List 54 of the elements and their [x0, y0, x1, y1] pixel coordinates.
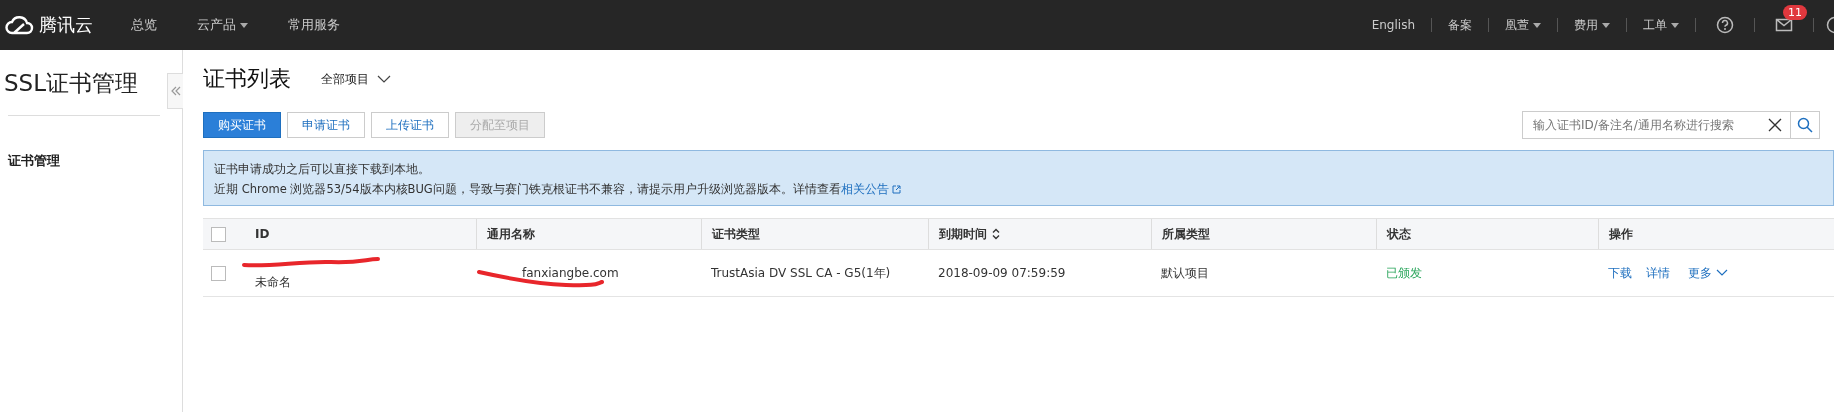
- sidebar-title: SSL证书管理: [3, 69, 139, 98]
- nav-link[interactable]: 工单: [1627, 16, 1695, 34]
- nav-link[interactable]: 总览: [131, 16, 157, 34]
- external-link-icon: [891, 184, 901, 194]
- action-button[interactable]: 购买证书: [203, 112, 281, 138]
- sidebar-item[interactable]: 证书管理: [0, 116, 182, 170]
- column-header: 状态: [1387, 225, 1411, 243]
- row-checkbox[interactable]: [211, 265, 226, 281]
- mail-icon[interactable]: [1775, 17, 1793, 33]
- help-icon[interactable]: [1716, 16, 1734, 34]
- cloud-logo-icon: [4, 15, 34, 35]
- caret-icon: [1671, 22, 1679, 28]
- status-text: 已颁发: [1386, 264, 1422, 282]
- nav-link[interactable]: 备案: [1432, 16, 1488, 34]
- sort-icon[interactable]: [992, 228, 1000, 240]
- table-cell: 默认项目: [1161, 264, 1209, 282]
- table-cell: TrustAsia DV SSL CA - G5(1年): [711, 264, 891, 282]
- action-link[interactable]: 下载: [1608, 264, 1632, 282]
- column-header: 所属类型: [1162, 225, 1210, 243]
- search-bar[interactable]: 输入证书ID/备注名/通用名称进行搜索: [1522, 111, 1820, 139]
- notice-text: 近期 Chrome 浏览器53/54版本内核BUG问题，导致与赛门铁克根证书不兼容，请提示用户升级浏览器版本。详情查看: [214, 181, 841, 198]
- message-badge: 11: [1783, 5, 1807, 20]
- action-button[interactable]: 上传证书: [371, 112, 449, 138]
- collapse-button[interactable]: [167, 73, 183, 109]
- brand-name: 腾讯云: [39, 13, 93, 37]
- nav-link[interactable]: 凰萱: [1489, 16, 1557, 34]
- notice-text: 证书申请成功之后可以直接下载到本地。: [214, 161, 431, 178]
- column-header: 通用名称: [487, 225, 535, 243]
- project-dropdown[interactable]: 全部项目: [321, 70, 391, 88]
- column-header: ID: [255, 227, 270, 241]
- caret-icon: [1602, 22, 1610, 28]
- table-cell: 2018-09-09 07:59:59: [938, 266, 1066, 280]
- search-icon[interactable]: [1797, 117, 1813, 133]
- chevron-down-icon: [377, 75, 391, 83]
- column-header: 证书类型: [712, 225, 760, 243]
- clear-icon[interactable]: [1768, 118, 1782, 132]
- column-header: 操作: [1609, 225, 1633, 243]
- action-button[interactable]: 申请证书: [287, 112, 365, 138]
- caret-icon: [240, 22, 248, 28]
- page-title: 证书列表: [203, 65, 291, 93]
- action-link[interactable]: 详情: [1646, 264, 1670, 282]
- column-header[interactable]: 到期时间: [939, 225, 987, 243]
- nav-link[interactable]: 常用服务: [288, 16, 340, 34]
- nav-link[interactable]: English: [1355, 18, 1431, 32]
- remark-text: 未命名: [255, 273, 291, 291]
- announcement-link[interactable]: 相关公告: [840, 179, 901, 199]
- select-all-checkbox[interactable]: [211, 226, 226, 242]
- caret-icon: [1533, 22, 1541, 28]
- nav-link[interactable]: 云产品: [197, 16, 248, 34]
- action-link[interactable]: 更多: [1688, 264, 1728, 282]
- nav-link[interactable]: 费用: [1558, 16, 1626, 34]
- double-chevron-left-icon: [170, 86, 181, 96]
- table-cell: fanxiangbe.com: [522, 266, 619, 280]
- chevron-down-icon: [1716, 269, 1728, 277]
